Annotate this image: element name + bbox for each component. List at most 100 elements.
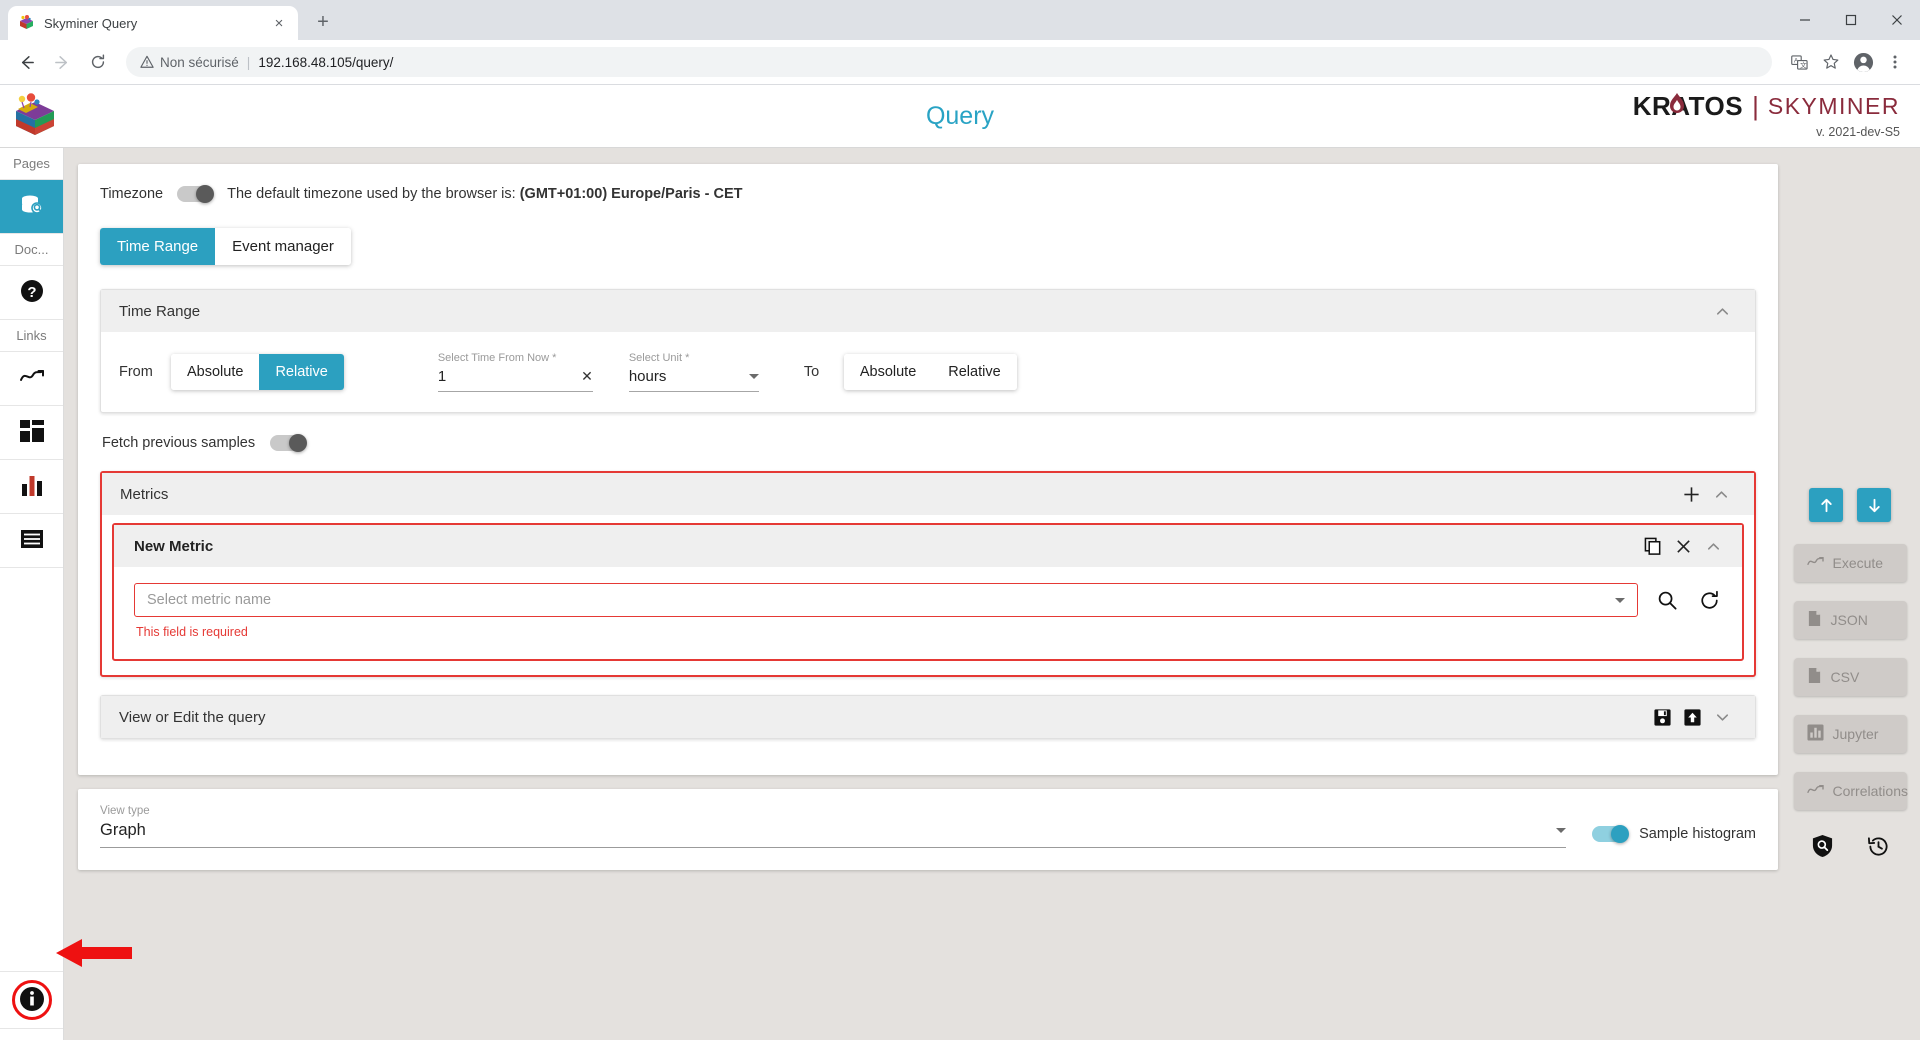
chevron-up-icon[interactable] — [1706, 479, 1736, 509]
upload-icon[interactable] — [1677, 702, 1707, 732]
chevron-down-icon[interactable] — [748, 374, 759, 379]
browser-toolbar-icons: A文 — [1784, 47, 1910, 77]
reload-icon[interactable] — [82, 46, 114, 78]
from-relative-button[interactable]: Relative — [259, 354, 344, 390]
save-floppy-icon[interactable] — [1647, 702, 1677, 732]
chevron-up-icon[interactable] — [1707, 296, 1737, 326]
main-content: Timezone The default timezone used by th… — [64, 148, 1920, 1040]
jupyter-button[interactable]: Jupyter — [1793, 715, 1907, 753]
new-tab-button[interactable]: + — [308, 7, 338, 37]
tab-close-icon[interactable]: × — [270, 14, 288, 32]
metrics-section-title: Metrics — [120, 485, 169, 503]
sidebar-group-doc: Doc... — [0, 234, 63, 266]
sidebar-group-links: Links — [0, 320, 63, 352]
file-icon — [1807, 610, 1822, 630]
csv-label: CSV — [1830, 669, 1860, 685]
sidebar-item-trends[interactable] — [0, 352, 63, 406]
view-type-field: View type Graph — [100, 805, 1567, 848]
view-type-value: Graph — [100, 821, 146, 839]
time-from-now-value: 1 — [437, 368, 447, 385]
time-from-now-input[interactable]: 1 ✕ — [437, 368, 593, 392]
help-circle-icon: ? — [20, 279, 44, 306]
brand-skyminer-text: SKYMINER — [1767, 93, 1900, 119]
tab-time-range[interactable]: Time Range — [100, 228, 216, 265]
clear-icon[interactable]: ✕ — [581, 368, 593, 385]
scroll-up-button[interactable] — [1809, 488, 1843, 522]
brand-divider: | — [1752, 91, 1759, 121]
sidebar-item-help[interactable]: ? — [0, 266, 63, 320]
shield-search-icon[interactable] — [1809, 833, 1835, 859]
sidebar-item-query[interactable] — [0, 180, 63, 234]
right-action-panel: Execute JSON CSV Jupyter Correlations — [1780, 148, 1920, 859]
profile-avatar-icon[interactable] — [1848, 47, 1878, 77]
translate-icon[interactable]: A文 — [1784, 47, 1814, 77]
view-type-label: View type — [100, 805, 150, 817]
back-icon[interactable] — [10, 46, 42, 78]
address-bar[interactable]: Non sécurisé | 192.168.48.105/query/ — [126, 47, 1772, 77]
from-absolute-button[interactable]: Absolute — [171, 354, 260, 390]
correlations-button[interactable]: Correlations — [1793, 772, 1908, 810]
view-type-select[interactable]: Graph — [100, 821, 1567, 848]
to-absolute-button[interactable]: Absolute — [843, 354, 933, 390]
database-search-icon — [19, 192, 45, 221]
time-range-section-header[interactable]: Time Range — [101, 290, 1755, 332]
svg-text:?: ? — [27, 284, 36, 301]
sidebar-item-dashboard[interactable] — [0, 406, 63, 460]
timezone-toggle[interactable] — [177, 185, 215, 203]
json-button[interactable]: JSON — [1793, 601, 1907, 639]
to-label: To — [803, 364, 820, 380]
window-minimize-button[interactable] — [1782, 0, 1828, 40]
bookmark-star-icon[interactable] — [1816, 47, 1846, 77]
from-label: From — [119, 364, 153, 380]
chevron-down-icon[interactable] — [1556, 828, 1567, 833]
skyminer-cube-favicon — [18, 14, 35, 32]
browser-tab-strip: Skyminer Query × + — [0, 0, 1920, 40]
unit-select[interactable]: hours — [628, 368, 759, 392]
refresh-icon[interactable] — [1696, 587, 1722, 613]
app-body: Pages Doc... ? Links Timezone The defaul… — [0, 148, 1920, 1040]
metric-name-select[interactable]: Select metric name — [134, 583, 1638, 617]
to-mode-group: Absolute Relative — [843, 354, 1017, 390]
metric-name-row: Select metric name — [134, 583, 1722, 617]
timezone-row: Timezone The default timezone used by th… — [100, 185, 1756, 203]
window-maximize-button[interactable] — [1828, 0, 1874, 40]
fetch-previous-samples-toggle[interactable] — [270, 434, 308, 452]
chevron-down-icon[interactable] — [1707, 702, 1737, 732]
time-range-section-body: From Absolute Relative Select Time From … — [101, 332, 1755, 412]
sidebar-item-logs[interactable] — [0, 514, 63, 568]
sample-histogram-toggle[interactable] — [1592, 825, 1630, 843]
query-editor-header[interactable]: View or Edit the query — [101, 696, 1755, 738]
correlations-icon — [1806, 782, 1824, 800]
chevron-up-icon[interactable] — [1698, 531, 1728, 561]
to-relative-button[interactable]: Relative — [932, 354, 1017, 390]
annotation-highlight-ring — [11, 980, 52, 1020]
chevron-down-icon[interactable] — [1615, 597, 1625, 603]
window-close-button[interactable] — [1874, 0, 1920, 40]
view-type-panel: View type Graph Sample histogram — [78, 789, 1778, 870]
close-icon[interactable] — [1668, 531, 1698, 561]
forward-icon[interactable] — [46, 46, 78, 78]
sidebar-item-barchart[interactable] — [0, 460, 63, 514]
metric-name-error: This field is required — [136, 625, 248, 639]
time-range-section: Time Range From Absolute Relative Select… — [100, 289, 1756, 413]
search-icon[interactable] — [1654, 587, 1680, 613]
chrome-menu-icon[interactable] — [1880, 47, 1910, 77]
sidebar-info-row[interactable] — [0, 971, 63, 1029]
history-clock-icon[interactable] — [1865, 833, 1891, 859]
tab-event-manager[interactable]: Event manager — [215, 228, 351, 265]
add-metric-button[interactable] — [1676, 479, 1706, 509]
query-tabs: Time Range Event manager — [100, 228, 351, 265]
metrics-section-header[interactable]: Metrics — [102, 473, 1754, 515]
line-chart-icon — [19, 366, 45, 391]
sidebar-expand-button[interactable]: » — [0, 1029, 63, 1040]
list-lines-icon — [20, 528, 44, 553]
execute-button[interactable]: Execute — [1793, 544, 1907, 582]
query-editor-section: View or Edit the query — [100, 695, 1756, 739]
csv-button[interactable]: CSV — [1793, 658, 1907, 696]
info-circle-icon[interactable] — [19, 986, 45, 1015]
scroll-down-button[interactable] — [1857, 488, 1891, 522]
browser-tab[interactable]: Skyminer Query × — [8, 6, 298, 40]
copy-icon[interactable] — [1638, 531, 1668, 561]
version-label: v. 2021-dev-S5 — [1816, 125, 1900, 139]
not-secure-text: Non sécurisé — [160, 54, 239, 70]
